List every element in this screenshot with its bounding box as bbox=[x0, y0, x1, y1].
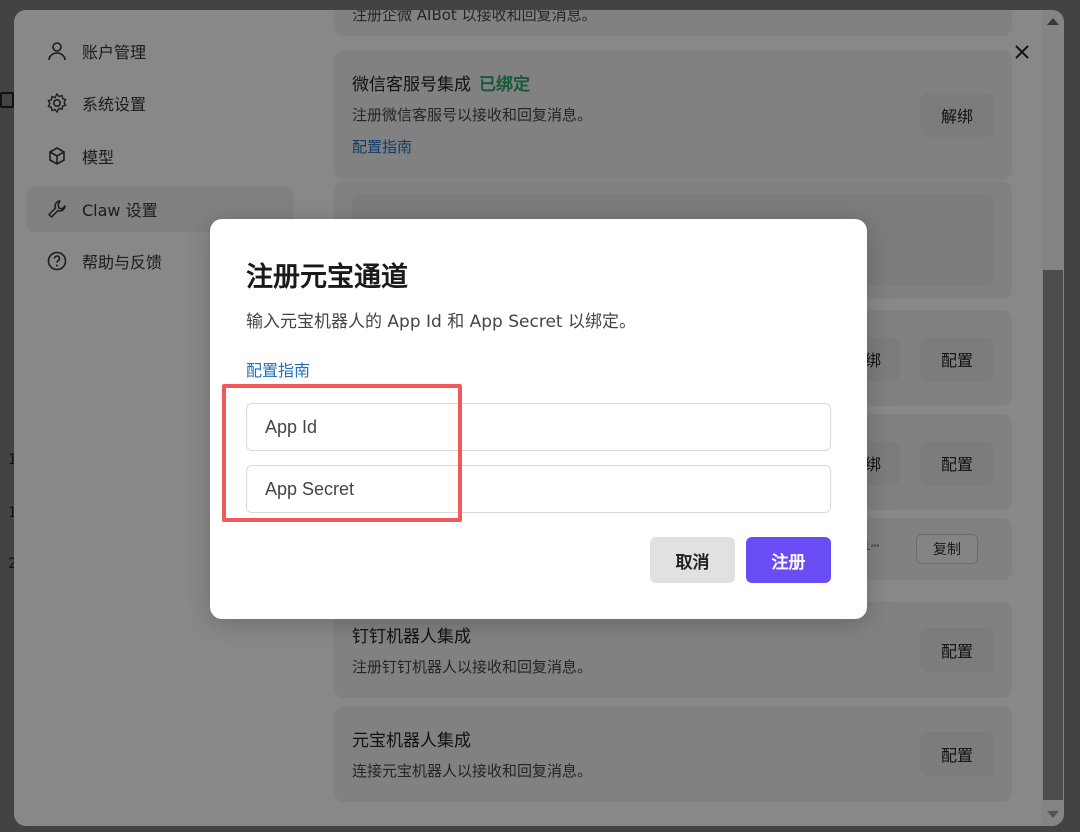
dialog-title: 注册元宝通道 bbox=[246, 262, 408, 293]
config-guide-link[interactable]: 配置指南 bbox=[246, 357, 310, 381]
register-button[interactable]: 注册 bbox=[746, 537, 831, 583]
cancel-button[interactable]: 取消 bbox=[650, 537, 735, 583]
dialog-description: 输入元宝机器人的 App Id 和 App Secret 以绑定。 bbox=[246, 312, 636, 332]
annotation-highlight-box bbox=[222, 384, 462, 522]
